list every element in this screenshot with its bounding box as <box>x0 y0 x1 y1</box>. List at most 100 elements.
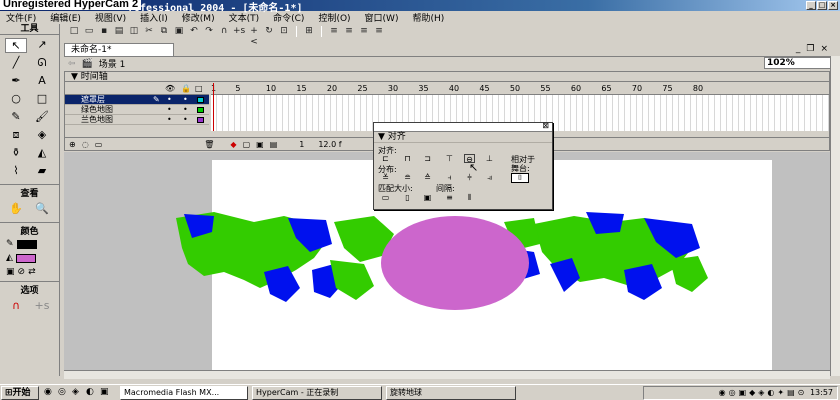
quicklaunch-icon[interactable]: ◈ <box>72 387 79 397</box>
fill-transform-tool-icon[interactable]: ◈ <box>31 128 53 143</box>
map-shape[interactable] <box>264 266 300 302</box>
menu-edit[interactable]: 编辑(E) <box>50 11 81 24</box>
brush-tool-icon[interactable]: 🖌 <box>31 110 53 125</box>
cut-icon[interactable]: ✂ <box>143 26 155 37</box>
swap-colors-icon[interactable]: ⇄ <box>28 267 36 277</box>
align-top-icon[interactable]: ⊤ <box>444 154 455 163</box>
document-tab[interactable]: 未命名-1* <box>64 43 174 56</box>
layer-row[interactable]: 兰色地图 • • <box>65 115 209 125</box>
distribute-vcenter-icon[interactable]: ≘ <box>402 173 413 182</box>
to-stage-toggle[interactable]: ⌷ <box>511 173 529 183</box>
print-preview-icon[interactable]: ◫ <box>128 26 140 37</box>
doc-minimize-icon[interactable]: _ <box>796 44 801 54</box>
layer-color-swatch[interactable] <box>197 97 204 103</box>
quicklaunch-icon[interactable]: ◐ <box>86 387 94 397</box>
menu-modify[interactable]: 修改(M) <box>182 11 215 24</box>
quicklaunch-icon[interactable]: ▣ <box>100 387 109 397</box>
quicklaunch-icon[interactable]: ◎ <box>58 387 66 397</box>
visible-dot-icon[interactable]: • <box>167 95 172 104</box>
visible-dot-icon[interactable]: • <box>167 105 172 114</box>
print-icon[interactable]: ▤ <box>113 26 125 37</box>
visible-dot-icon[interactable]: • <box>167 115 172 124</box>
minimize-button[interactable]: _ <box>806 1 816 10</box>
lock-icon[interactable]: 🔒 <box>181 84 191 93</box>
new-file-icon[interactable]: □ <box>68 26 80 37</box>
zoom-select[interactable]: 102% <box>764 57 834 69</box>
lasso-tool-icon[interactable]: ᘏ <box>31 56 53 71</box>
menu-commands[interactable]: 命令(C) <box>273 11 304 24</box>
ink-bottle-tool-icon[interactable]: ⚱ <box>5 146 27 161</box>
zoom-tool-icon[interactable]: 🔍 <box>31 202 53 217</box>
rotate-icon[interactable]: ↻ <box>263 26 275 37</box>
frame-ruler[interactable]: 1 5 10 15 20 25 30 35 40 45 50 55 60 65 70 75 80 <box>211 83 829 95</box>
smooth-option-icon[interactable]: +s <box>31 299 53 314</box>
subselect-tool-icon[interactable]: ↗ <box>31 38 53 53</box>
match-both-icon[interactable]: ▣ <box>422 193 433 202</box>
save-icon[interactable]: ▪ <box>98 26 110 37</box>
menu-insert[interactable]: 插入(I) <box>140 11 168 24</box>
start-button[interactable]: ⊞开始 <box>1 386 39 400</box>
copy-icon[interactable]: ⧉ <box>158 26 170 37</box>
insert-folder-icon[interactable]: ▭ <box>95 140 103 149</box>
eraser-tool-icon[interactable]: ▰ <box>31 164 53 179</box>
align-icon[interactable]: ⊞ <box>303 26 315 37</box>
timeline-header[interactable]: ▼ 时间轴 <box>65 72 829 82</box>
quicklaunch-icon[interactable]: ◉ <box>44 387 52 397</box>
lock-dot-icon[interactable]: • <box>183 115 188 124</box>
distribute-left-icon[interactable]: ⫞ <box>444 173 455 182</box>
onion-skin-icon[interactable]: ▢ <box>243 140 251 149</box>
doc-restore-icon[interactable]: ❐ <box>806 44 814 54</box>
open-folder-icon[interactable]: ▭ <box>83 26 95 37</box>
back-arrow-icon[interactable]: ⇦ <box>68 59 76 69</box>
line-tool-icon[interactable]: ╱ <box>5 56 27 71</box>
doc-close-icon[interactable]: × <box>820 44 828 54</box>
edit-multiple-icon[interactable]: ▤ <box>270 140 278 149</box>
insert-layer-icon[interactable]: ⊕ <box>69 140 76 149</box>
distribute-top-icon[interactable]: ≚ <box>380 173 391 182</box>
no-color-icon[interactable]: ⊘ <box>18 267 26 277</box>
distribute-bottom-icon[interactable]: ≙ <box>422 173 433 182</box>
align-left-icon[interactable]: ⊏ <box>380 154 391 163</box>
center-frame-icon[interactable]: ◆ <box>230 140 236 149</box>
lock-dot-icon[interactable]: • <box>183 95 188 104</box>
align-hcenter-icon[interactable]: ⊓ <box>402 154 413 163</box>
outline-icon[interactable]: □ <box>195 84 203 93</box>
map-shape[interactable] <box>330 260 374 300</box>
snap-magnet-icon[interactable]: ∩ <box>218 26 230 37</box>
space-vertical-icon[interactable]: ≡ <box>444 193 455 202</box>
rectangle-tool-icon[interactable]: □ <box>31 92 53 107</box>
snap-magnet-icon[interactable]: ∩ <box>5 299 27 314</box>
align-bottom-icon[interactable]: ⊥ <box>484 154 495 163</box>
add-guide-icon[interactable]: ◌ <box>82 140 89 149</box>
align-panel-header[interactable]: ▼ 对齐 <box>374 132 552 143</box>
menu-view[interactable]: 视图(V) <box>95 11 126 24</box>
undo-icon[interactable]: ↶ <box>188 26 200 37</box>
pen-tool-icon[interactable]: ✒ <box>5 74 27 89</box>
menu-file[interactable]: 文件(F) <box>6 11 36 24</box>
menu-text[interactable]: 文本(T) <box>229 11 260 24</box>
free-transform-tool-icon[interactable]: ⧈ <box>5 128 27 143</box>
space-horizontal-icon[interactable]: ⦀ <box>464 193 475 202</box>
match-height-icon[interactable]: ▯ <box>402 193 413 202</box>
mask-circle[interactable] <box>381 216 529 310</box>
layer-color-swatch[interactable] <box>197 107 204 113</box>
map-shape[interactable] <box>670 256 708 292</box>
eye-icon[interactable]: 👁 <box>165 84 175 93</box>
horizontal-scrollbar[interactable] <box>64 370 830 379</box>
hand-tool-icon[interactable]: ✋ <box>5 202 27 217</box>
default-colors-icon[interactable]: ▣ <box>6 267 15 277</box>
oval-tool-icon[interactable]: ○ <box>5 92 27 107</box>
task-hypercam[interactable]: HyperCam - 正在录制 <box>252 386 382 400</box>
menu-window[interactable]: 窗口(W) <box>365 11 399 24</box>
align-right-icon[interactable]: ⊐ <box>422 154 433 163</box>
lock-dot-icon[interactable]: • <box>183 105 188 114</box>
close-button[interactable]: × <box>828 1 838 10</box>
arrow-tool-icon[interactable]: ↖ <box>5 38 27 53</box>
playhead[interactable] <box>213 83 217 131</box>
straighten-icon[interactable]: +< <box>248 26 260 47</box>
stroke-color-swatch[interactable] <box>16 239 37 249</box>
eyedropper-tool-icon[interactable]: ⌇ <box>5 164 27 179</box>
layer-color-swatch[interactable] <box>197 117 204 123</box>
paste-icon[interactable]: ▣ <box>173 26 185 37</box>
pencil-tool-icon[interactable]: ✎ <box>5 110 27 125</box>
